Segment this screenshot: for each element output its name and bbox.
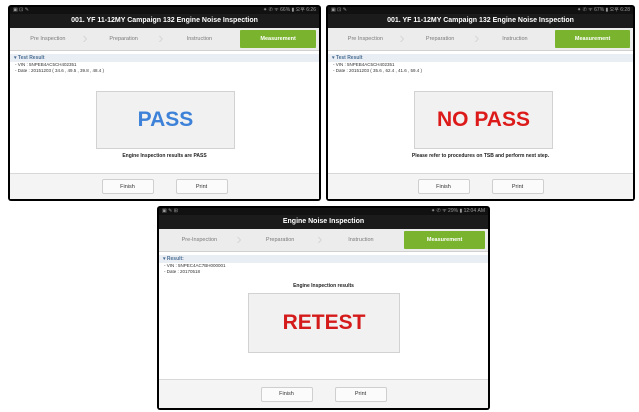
result-note: Engine Inspection results are PASS	[122, 153, 207, 159]
chevron-right-icon: ›	[236, 231, 242, 248]
step-tabs: Pre Inspection › Preparation › Instruction…	[10, 28, 319, 51]
tab-preparation[interactable]: Preparation ›	[240, 229, 323, 251]
status-info: ⁕ ✆ ᯤ 67% ▮ 오후 6:28	[577, 7, 630, 13]
result-header: ▾ Test Result	[10, 54, 319, 62]
step-tabs: Pre-Inspection › Preparation › Instruction…	[159, 229, 488, 252]
page-title: 001. YF 11-12MY Campaign 132 Engine Nois…	[328, 14, 633, 28]
result-note: Please refer to procedures on TSB and pe…	[411, 153, 550, 159]
print-button[interactable]: Print	[491, 179, 544, 194]
finish-button[interactable]: Finish	[260, 386, 313, 402]
screen: ▣ ✎ ⊞ ⁕ ✆ ᯤ 29% ▮ 12:04 AM Engine Noise …	[159, 208, 488, 408]
date-text: - Date : 20151203 ( 34.6 , 49.5 , 39.8 ,…	[15, 68, 105, 73]
step-tabs: Pre Inspection › Preparation › Instruction…	[328, 28, 633, 51]
footer: Finish Print	[159, 379, 488, 408]
tab-pre-inspection[interactable]: Pre-Inspection ›	[159, 229, 242, 251]
tablet-panel-retest: ▣ ✎ ⊞ ⁕ ✆ ᯤ 29% ▮ 12:04 AM Engine Noise …	[157, 206, 490, 410]
tab-instruction[interactable]: Instruction	[162, 28, 238, 50]
verdict-text: PASS	[137, 108, 194, 131]
finish-button[interactable]: Finish	[101, 179, 154, 194]
chevron-right-icon: ›	[317, 231, 323, 248]
verdict-text: NO PASS	[437, 108, 530, 131]
tab-pre-inspection[interactable]: Pre Inspection ›	[328, 28, 405, 50]
screen: ▣ ⊡ ✎ ⁕ ✆ ᯤ 67% ▮ 오후 6:28 001. YF 11-12M…	[328, 7, 633, 199]
chevron-right-icon: ›	[399, 30, 405, 47]
verdict-box: NO PASS	[414, 91, 553, 149]
result-header: ▾ Result:	[159, 255, 488, 263]
tab-preparation[interactable]: Preparation ›	[86, 28, 164, 50]
status-bar: ▣ ✎ ⊞ ⁕ ✆ ᯤ 29% ▮ 12:04 AM	[159, 208, 488, 215]
results-label: Engine Inspection results	[293, 283, 354, 289]
page-title: Engine Noise Inspection	[159, 215, 488, 229]
chevron-right-icon: ›	[474, 30, 480, 47]
screen: ▣ ⊡ ✎ ⁕ ✆ ᯤ 66% ▮ 오후 6:26 001. YF 11-12M…	[10, 7, 319, 199]
chevron-right-icon: ›	[82, 30, 88, 47]
tab-instruction[interactable]: Instruction	[478, 28, 553, 50]
tab-measurement[interactable]: Measurement	[404, 231, 485, 249]
date-text: - Date : 20151203 ( 35.6 , 62.4 , 41.6 ,…	[333, 68, 423, 73]
footer: Finish Print	[328, 173, 633, 199]
page-title: 001. YF 11-12MY Campaign 132 Engine Nois…	[10, 14, 319, 28]
status-icons: ▣ ⊡ ✎	[13, 7, 29, 13]
chevron-right-icon: ›	[158, 30, 164, 47]
tab-measurement[interactable]: Measurement	[555, 30, 630, 48]
print-button[interactable]: Print	[175, 179, 228, 194]
verdict-box: PASS	[96, 91, 235, 149]
status-bar: ▣ ⊡ ✎ ⁕ ✆ ᯤ 67% ▮ 오후 6:28	[328, 7, 633, 14]
result-header: ▾ Test Result	[328, 54, 633, 62]
date-text: - Date : 20170518	[164, 269, 201, 274]
status-icons: ▣ ⊡ ✎	[331, 7, 347, 13]
verdict-text: RETEST	[282, 311, 366, 334]
status-icons: ▣ ✎ ⊞	[162, 208, 178, 214]
tablet-panel-pass: ▣ ⊡ ✎ ⁕ ✆ ᯤ 66% ▮ 오후 6:26 001. YF 11-12M…	[8, 5, 321, 201]
finish-button[interactable]: Finish	[417, 179, 470, 194]
tab-instruction[interactable]: Instruction	[321, 229, 402, 251]
tab-preparation[interactable]: Preparation ›	[403, 28, 480, 50]
tab-pre-inspection[interactable]: Pre Inspection ›	[10, 28, 88, 50]
status-bar: ▣ ⊡ ✎ ⁕ ✆ ᯤ 66% ▮ 오후 6:26	[10, 7, 319, 14]
tab-measurement[interactable]: Measurement	[240, 30, 316, 48]
tablet-panel-no-pass: ▣ ⊡ ✎ ⁕ ✆ ᯤ 67% ▮ 오후 6:28 001. YF 11-12M…	[326, 5, 635, 201]
verdict-box: RETEST	[248, 293, 400, 353]
footer: Finish Print	[10, 173, 319, 199]
print-button[interactable]: Print	[334, 386, 387, 402]
status-info: ⁕ ✆ ᯤ 66% ▮ 오후 6:26	[263, 7, 316, 13]
status-info: ⁕ ✆ ᯤ 29% ▮ 12:04 AM	[430, 208, 485, 214]
